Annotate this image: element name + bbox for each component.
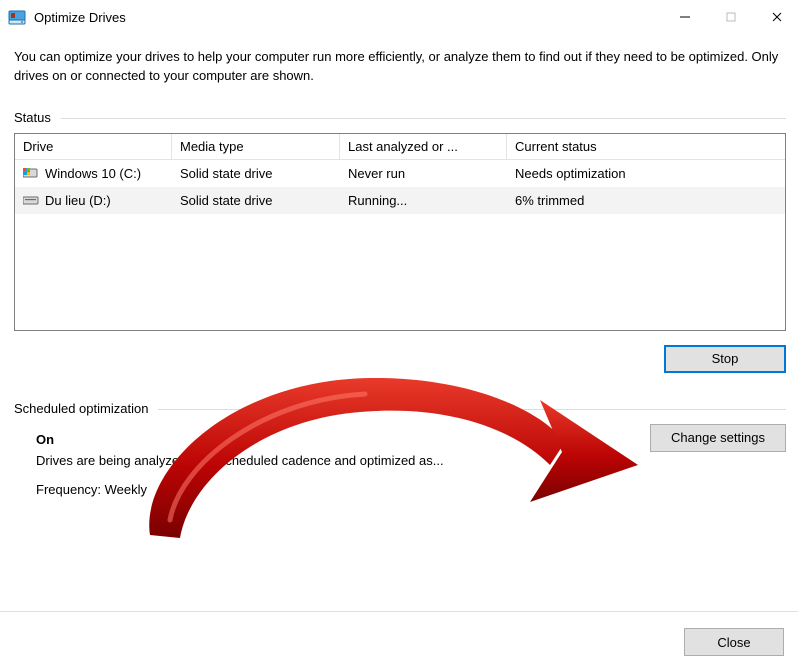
drive-media: Solid state drive xyxy=(172,193,340,208)
status-section-label: Status xyxy=(14,110,51,125)
drive-media: Solid state drive xyxy=(172,166,340,181)
col-header-status[interactable]: Current status xyxy=(507,134,785,159)
close-button[interactable]: Close xyxy=(684,628,784,656)
minimize-button[interactable] xyxy=(662,0,708,34)
col-header-media[interactable]: Media type xyxy=(172,134,340,159)
col-header-drive[interactable]: Drive xyxy=(15,134,172,159)
divider xyxy=(158,409,786,410)
stop-button[interactable]: Stop xyxy=(664,345,786,373)
window-title: Optimize Drives xyxy=(34,10,126,25)
drive-name: Windows 10 (C:) xyxy=(45,166,141,181)
scheduled-section-label: Scheduled optimization xyxy=(14,401,148,416)
scheduled-frequency: Frequency: Weekly xyxy=(36,482,786,497)
divider xyxy=(0,611,798,612)
drive-status: 6% trimmed xyxy=(507,193,785,208)
close-window-button[interactable] xyxy=(754,0,800,34)
drive-windows-icon xyxy=(23,167,39,179)
optimize-drives-app-icon xyxy=(8,8,26,26)
maximize-button xyxy=(708,0,754,34)
status-section-header: Status xyxy=(14,110,786,125)
drive-ssd-icon xyxy=(23,194,39,206)
intro-text: You can optimize your drives to help you… xyxy=(14,48,786,86)
divider xyxy=(61,118,786,119)
scheduled-description: Drives are being analyzed on a scheduled… xyxy=(36,453,786,468)
drive-name: Du lieu (D:) xyxy=(45,193,111,208)
scheduled-section-header: Scheduled optimization xyxy=(14,401,786,416)
drive-last: Running... xyxy=(340,193,507,208)
drives-table: Drive Media type Last analyzed or ... Cu… xyxy=(14,133,786,331)
change-settings-button[interactable]: Change settings xyxy=(650,424,786,452)
drive-status: Needs optimization xyxy=(507,166,785,181)
table-row[interactable]: Du lieu (D:) Solid state drive Running..… xyxy=(15,187,785,214)
col-header-last[interactable]: Last analyzed or ... xyxy=(340,134,507,159)
window-controls xyxy=(662,0,800,34)
titlebar: Optimize Drives xyxy=(0,0,800,34)
drives-table-header: Drive Media type Last analyzed or ... Cu… xyxy=(15,134,785,160)
table-row[interactable]: Windows 10 (C:) Solid state drive Never … xyxy=(15,160,785,187)
drive-last: Never run xyxy=(340,166,507,181)
